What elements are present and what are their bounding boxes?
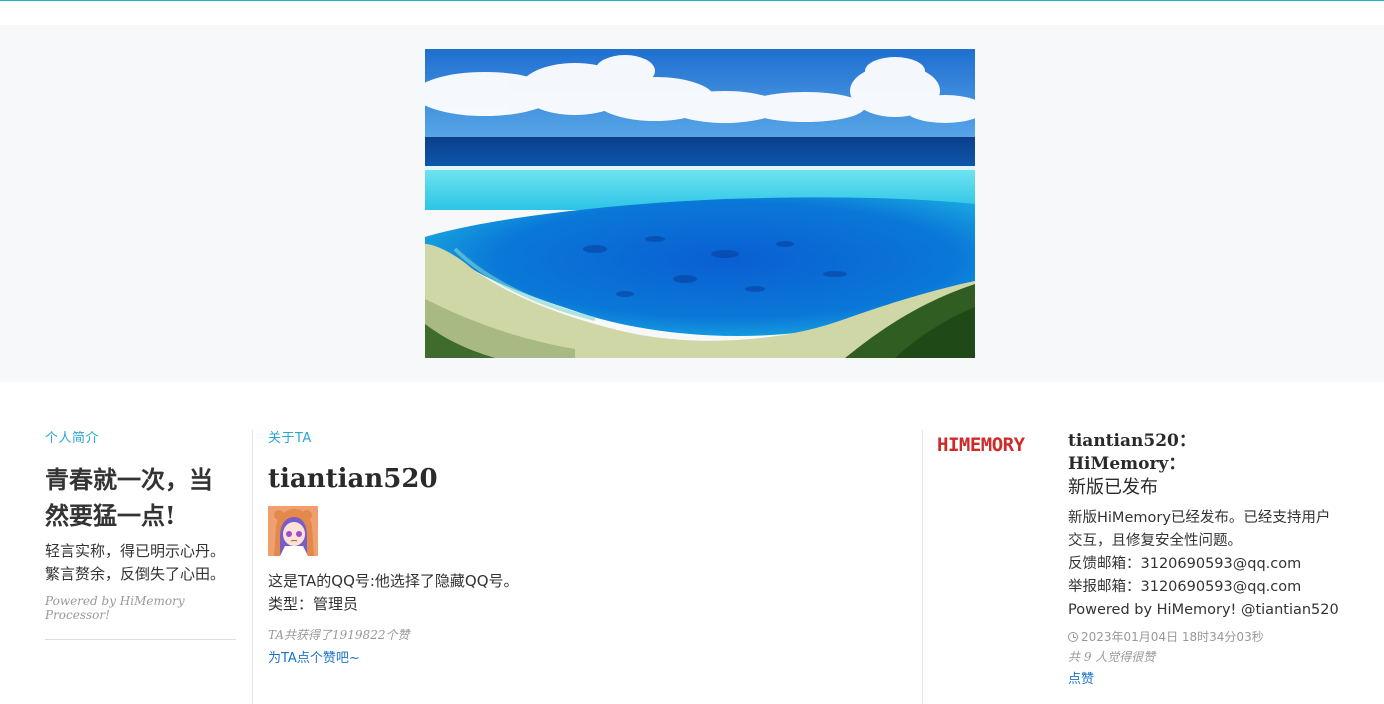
post-likes-count: 共 9 人觉得很赞 [1068,650,1156,664]
powered-by-text: Powered by HiMemory Processor! [45,594,185,622]
column-divider-right [922,430,923,704]
clock-icon [1068,631,1078,642]
post-date-text: 2023年01月04日 18时34分03秒 [1081,630,1264,644]
about-panel: 关于TA tiantian520 这是TA的QQ号:他选择了隐藏QQ号。 类型：… [268,430,908,666]
hero-image [425,49,975,358]
post-date: 2023年01月04日 18时34分03秒 [1068,628,1364,645]
report-email: 举报邮箱：3120690593@qq.com [1068,579,1302,595]
post-body-line1: 新版HiMemory已经发布。已经支持用户 [1068,510,1331,526]
motto-line1: 青春就一次，当 [45,465,213,494]
qq-text: 这是TA的QQ号:他选择了隐藏QQ号。 [268,572,519,590]
like-post-button[interactable]: 点赞 [1068,672,1094,687]
post-title-line2: HiMemory： [1068,454,1186,474]
post-title-line3: 新版已发布 [1068,477,1158,498]
post-title-line1: tiantian520： [1068,431,1196,451]
like-user-link[interactable]: 为TA点个赞吧~ [268,651,360,666]
type-text: 类型：管理员 [268,595,359,613]
motto: 青春就一次，当 然要猛一点! [45,462,236,534]
profile-description: 轻言实称，得已明示心丹。 繁言赘余，反倒失了心田。 [45,540,236,586]
profile-divider [45,639,236,640]
motto-line2: 然要猛一点! [45,501,176,530]
post-body-line2: 交互，且修复安全性问题。 [1068,533,1242,549]
avatar [268,506,318,556]
post-title: tiantian520： HiMemory： 新版已发布 [1068,430,1364,499]
username-title: tiantian520 [268,464,438,494]
about-info: 这是TA的QQ号:他选择了隐藏QQ号。 类型：管理员 [268,570,908,616]
logo-text: HIMEMORY [937,434,1026,455]
feedback-email: 反馈邮箱：3120690593@qq.com [1068,556,1302,572]
desc-line2: 繁言赘余，反倒失了心田。 [45,565,226,583]
top-accent-line [0,0,1384,1]
profile-section-label: 个人简介 [45,431,100,446]
likes-count-text: TA共获得了1919822个赞 [268,628,410,642]
column-divider-left [252,430,253,704]
post-body: 新版HiMemory已经发布。已经支持用户 交互，且修复安全性问题。 反馈邮箱：… [1068,507,1364,622]
about-section-label: 关于TA [268,431,312,446]
hero-banner [0,25,1384,382]
post-signature: Powered by HiMemory! @tiantian520 [1068,602,1339,618]
profile-panel: 个人简介 青春就一次，当 然要猛一点! 轻言实称，得已明示心丹。 繁言赘余，反倒… [45,430,236,640]
desc-line1: 轻言实称，得已明示心丹。 [45,542,226,560]
post-panel: tiantian520： HiMemory： 新版已发布 新版HiMemory已… [1068,430,1364,687]
himemory-logo: HIMEMORY [937,433,1039,456]
